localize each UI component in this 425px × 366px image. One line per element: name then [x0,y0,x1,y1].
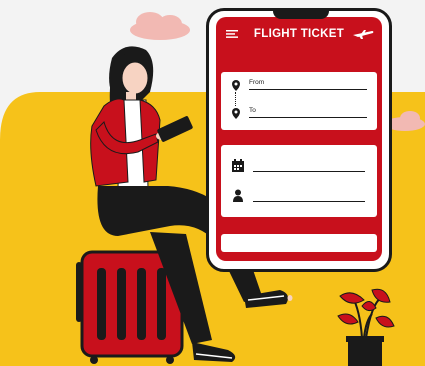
date-field[interactable] [221,157,377,175]
passenger-field[interactable] [221,187,377,205]
details-card [221,145,377,217]
route-connector [235,92,237,106]
from-field[interactable]: From [221,78,377,94]
to-field[interactable]: To [221,106,377,122]
route-card: From To [221,72,377,130]
to-underline [249,117,367,118]
submit-bar[interactable] [221,234,377,252]
airplane-icon [353,30,374,39]
to-label: To [249,107,256,114]
hamburger-menu-icon[interactable] [226,30,238,38]
date-underline [253,171,365,172]
user-icon [233,189,243,202]
from-underline [249,89,367,90]
location-pin-icon [232,108,240,119]
passenger-underline [253,201,365,202]
app-screen: FLIGHT TICKET From To [216,17,382,261]
app-header: FLIGHT TICKET [216,17,382,51]
cloud-left [130,12,190,40]
phone-mockup: FLIGHT TICKET From To [206,8,392,272]
app-title: FLIGHT TICKET [253,28,345,40]
phone-notch [273,11,329,19]
calendar-icon [232,159,244,172]
from-label: From [249,79,265,86]
location-pin-icon [232,80,240,91]
